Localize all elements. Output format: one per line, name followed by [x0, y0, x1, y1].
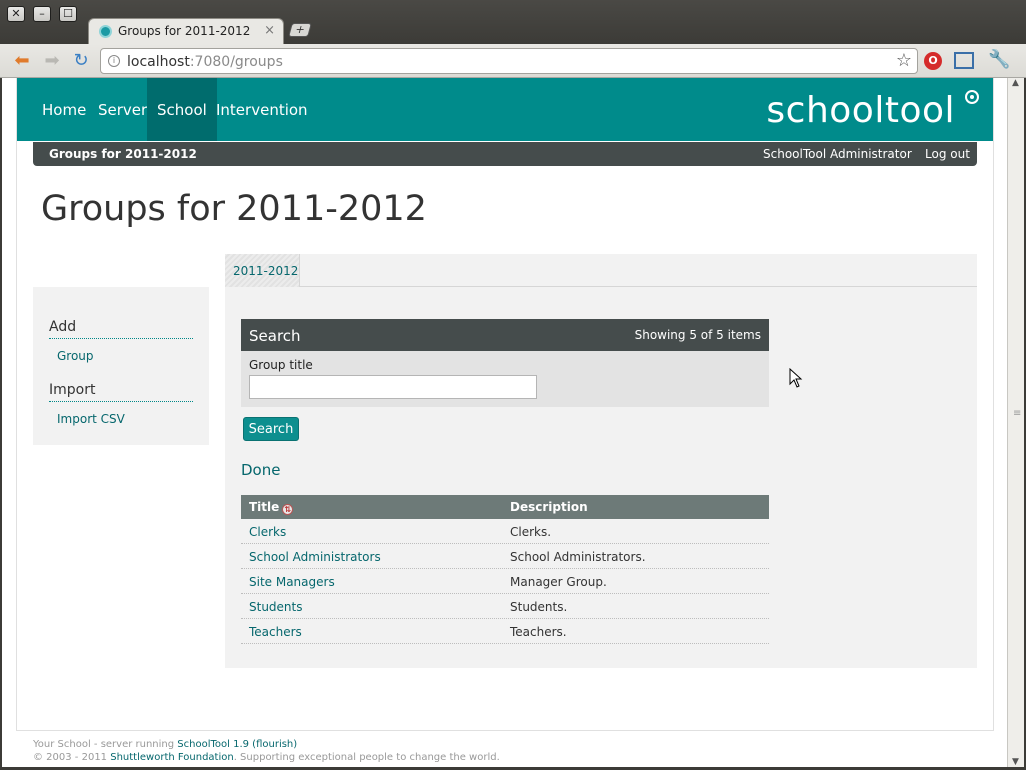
group-description: Manager Group.	[510, 575, 607, 589]
page-title: Groups for 2011-2012	[41, 189, 427, 229]
results-count: Showing 5 of 5 items	[634, 328, 761, 342]
window-titlebar: ✕ – ☐ Groups for 2011-2012 × +	[0, 0, 1026, 44]
groups-table: Title ⇅ Description Clerks Clerks. School…	[241, 495, 769, 644]
search-header: Search Showing 5 of 5 items	[241, 319, 769, 351]
schooltool-logo-icon	[965, 90, 979, 104]
copyright-text: © 2003 - 2011	[33, 752, 111, 763]
footer-text: Your School - server running	[33, 739, 178, 750]
year-tabs: 2011-2012	[225, 254, 977, 287]
shuttleworth-link[interactable]: Shuttleworth Foundation	[110, 752, 233, 763]
scroll-up-icon[interactable]: ▲	[1012, 78, 1019, 88]
scroll-grip-icon[interactable]: ≡	[1013, 408, 1021, 419]
tab-2011-2012[interactable]: 2011-2012	[225, 254, 300, 287]
address-bar[interactable]: i localhost:7080/groups ☆	[100, 48, 918, 74]
group-description: Clerks.	[510, 525, 552, 539]
mouse-cursor-icon	[789, 368, 803, 388]
group-link[interactable]: School Administrators	[249, 550, 381, 564]
search-button[interactable]: Search	[243, 417, 299, 441]
group-description: Teachers.	[510, 625, 567, 639]
column-description: Description	[510, 500, 588, 514]
scroll-down-icon[interactable]: ▼	[1012, 757, 1019, 767]
group-link[interactable]: Site Managers	[249, 575, 335, 589]
group-title-input[interactable]	[249, 375, 537, 399]
sidebar-heading-add: Add	[49, 319, 193, 339]
sidebar-link-group[interactable]: Group	[57, 349, 94, 363]
sort-icon[interactable]: ⇅	[282, 504, 294, 515]
table-row: Clerks Clerks.	[241, 519, 769, 544]
page-footer: Your School - server running SchoolTool …	[33, 739, 500, 763]
sidebar: Add Group Import Import CSV	[33, 287, 209, 445]
nav-intervention[interactable]: Intervention	[206, 78, 318, 141]
tab-label: 2011-2012	[233, 264, 299, 278]
table-row: Site Managers Manager Group.	[241, 569, 769, 594]
table-row: Teachers Teachers.	[241, 619, 769, 644]
new-tab-button[interactable]: +	[288, 23, 312, 37]
bookmark-star-icon[interactable]: ☆	[896, 50, 912, 71]
page-viewport: Home Server School Intervention schoolto…	[2, 78, 1007, 767]
group-description: School Administrators.	[510, 550, 646, 564]
schooltool-favicon-icon	[99, 25, 112, 38]
reload-icon[interactable]: ↻	[70, 50, 92, 72]
window-maximize-button[interactable]: ☐	[59, 6, 77, 22]
fullscreen-icon[interactable]	[954, 52, 974, 69]
page-info-icon[interactable]: i	[108, 55, 120, 67]
main-content: 2011-2012 Search Showing 5 of 5 items Gr…	[225, 254, 977, 668]
search-panel: Search Showing 5 of 5 items Group title	[241, 319, 769, 407]
browser-toolbar: ⬅ ➡ ↻ i localhost:7080/groups ☆ O 🔧	[0, 44, 1026, 78]
group-title-label: Group title	[249, 358, 313, 372]
breadcrumb[interactable]: Groups for 2011-2012	[49, 147, 197, 161]
table-row: School Administrators School Administrat…	[241, 544, 769, 569]
extension-icon[interactable]: O	[924, 52, 942, 70]
search-heading: Search	[249, 327, 301, 345]
table-row: Students Students.	[241, 594, 769, 619]
sidebar-heading-import: Import	[49, 382, 193, 402]
footer-tagline: . Supporting exceptional people to chang…	[233, 752, 500, 763]
logout-link[interactable]: Log out	[925, 147, 970, 161]
schooltool-version-link[interactable]: SchoolTool 1.9 (flourish)	[177, 739, 297, 750]
column-title[interactable]: Title ⇅	[249, 500, 294, 515]
group-link[interactable]: Students	[249, 600, 303, 614]
group-link[interactable]: Teachers	[249, 625, 302, 639]
vertical-scrollbar[interactable]: ▲ ≡ ▼	[1007, 78, 1024, 767]
forward-arrow-icon[interactable]: ➡	[41, 50, 63, 72]
wrench-menu-icon[interactable]: 🔧	[988, 49, 1010, 70]
schooltool-logo[interactable]: schooltool	[766, 90, 955, 131]
tab-close-icon[interactable]: ×	[264, 23, 275, 38]
tab-title: Groups for 2011-2012	[118, 24, 251, 38]
sidebar-link-import-csv[interactable]: Import CSV	[57, 412, 125, 426]
group-link[interactable]: Clerks	[249, 525, 286, 539]
back-arrow-icon[interactable]: ⬅	[11, 50, 33, 72]
top-navigation: Home Server School Intervention schoolto…	[17, 78, 993, 141]
current-user-link[interactable]: SchoolTool Administrator	[763, 147, 912, 161]
nav-home[interactable]: Home	[32, 78, 96, 141]
done-link[interactable]: Done	[241, 461, 280, 479]
breadcrumb-bar: Groups for 2011-2012 SchoolTool Administ…	[33, 142, 977, 166]
group-description: Students.	[510, 600, 568, 614]
url-text[interactable]: localhost:7080/groups	[127, 54, 283, 70]
window-close-button[interactable]: ✕	[7, 6, 25, 22]
window-minimize-button[interactable]: –	[33, 6, 51, 22]
browser-tab[interactable]: Groups for 2011-2012 ×	[88, 18, 284, 44]
table-header: Title ⇅ Description	[241, 495, 769, 519]
